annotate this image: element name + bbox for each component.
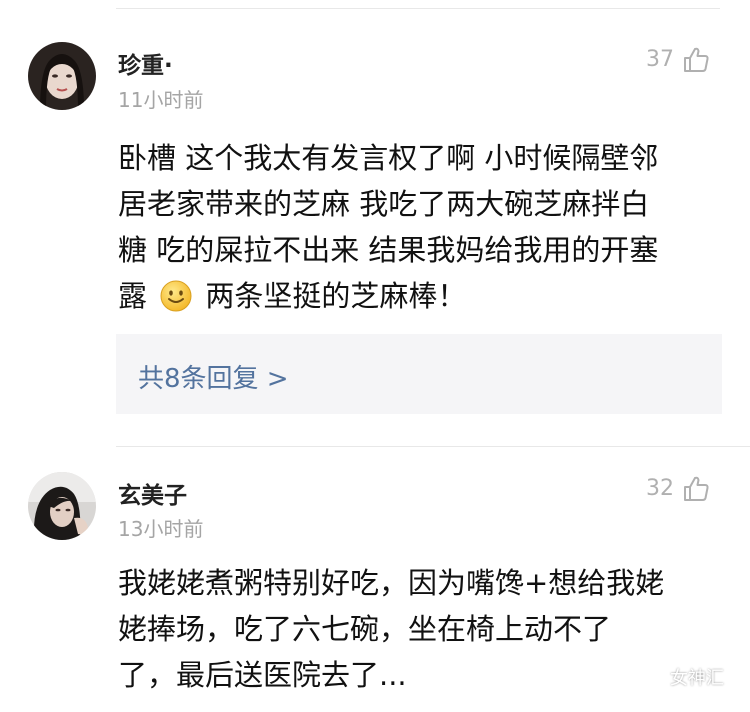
like-count: 32: [646, 476, 674, 501]
thumbs-up-icon: [684, 476, 709, 501]
view-replies-link[interactable]: 共8条回复 >: [138, 358, 289, 395]
comment-line: 露 两条坚挺的芝麻棒！: [118, 273, 730, 319]
replies-panel[interactable]: 共8条回复 >: [116, 334, 722, 414]
watermark-text: 女神汇: [670, 668, 724, 689]
comment-line: 糖 吃的屎拉不出来 结果我妈给我用的开塞: [118, 233, 659, 267]
comment-text: 我姥姥煮粥特别好吃，因为嘴馋+想给我姥 姥捧场，吃了六七碗，坐在椅上动不了 了，…: [118, 560, 730, 698]
avatar-image: [28, 42, 96, 110]
avatar[interactable]: [28, 42, 96, 110]
comment-line: 姥捧场，吃了六七碗，坐在椅上动不了: [118, 612, 612, 646]
smile-emoji-icon: [160, 280, 192, 312]
comment-line: 卧槽 这个我太有发言权了啊 小时候隔壁邻: [118, 141, 659, 175]
comment-fragment: 两条坚挺的芝麻棒！: [196, 279, 467, 313]
avatar-image: [28, 472, 96, 540]
comment-text: 卧槽 这个我太有发言权了啊 小时候隔壁邻 居老家带来的芝麻 我吃了两大碗芝麻拌白…: [118, 135, 730, 319]
like-count: 37: [646, 47, 674, 72]
comment-line: 居老家带来的芝麻 我吃了两大碗芝麻拌白: [118, 187, 650, 221]
wechat-icon: [640, 667, 665, 687]
avatar[interactable]: [28, 472, 96, 540]
divider: [116, 446, 750, 447]
comment-feed: 珍重· 11小时前 37 卧槽 这个我太有发言权了啊 小时候隔壁邻 居老家带来的…: [0, 0, 750, 712]
comment-line: 我姥姥煮粥特别好吃，因为嘴馋+想给我姥: [118, 566, 665, 600]
divider: [116, 8, 720, 9]
like-button[interactable]: 37: [646, 44, 710, 76]
like-button[interactable]: 32: [646, 473, 710, 505]
username[interactable]: 玄美子: [118, 476, 187, 510]
thumbs-up-icon: [684, 47, 709, 72]
username[interactable]: 珍重·: [118, 46, 173, 80]
comment-line: 了，最后送医院去了...: [118, 658, 407, 692]
timestamp: 11小时前: [118, 88, 204, 112]
comment-fragment: 露: [118, 279, 157, 313]
timestamp: 13小时前: [118, 517, 204, 541]
watermark: 女神汇: [640, 664, 724, 690]
